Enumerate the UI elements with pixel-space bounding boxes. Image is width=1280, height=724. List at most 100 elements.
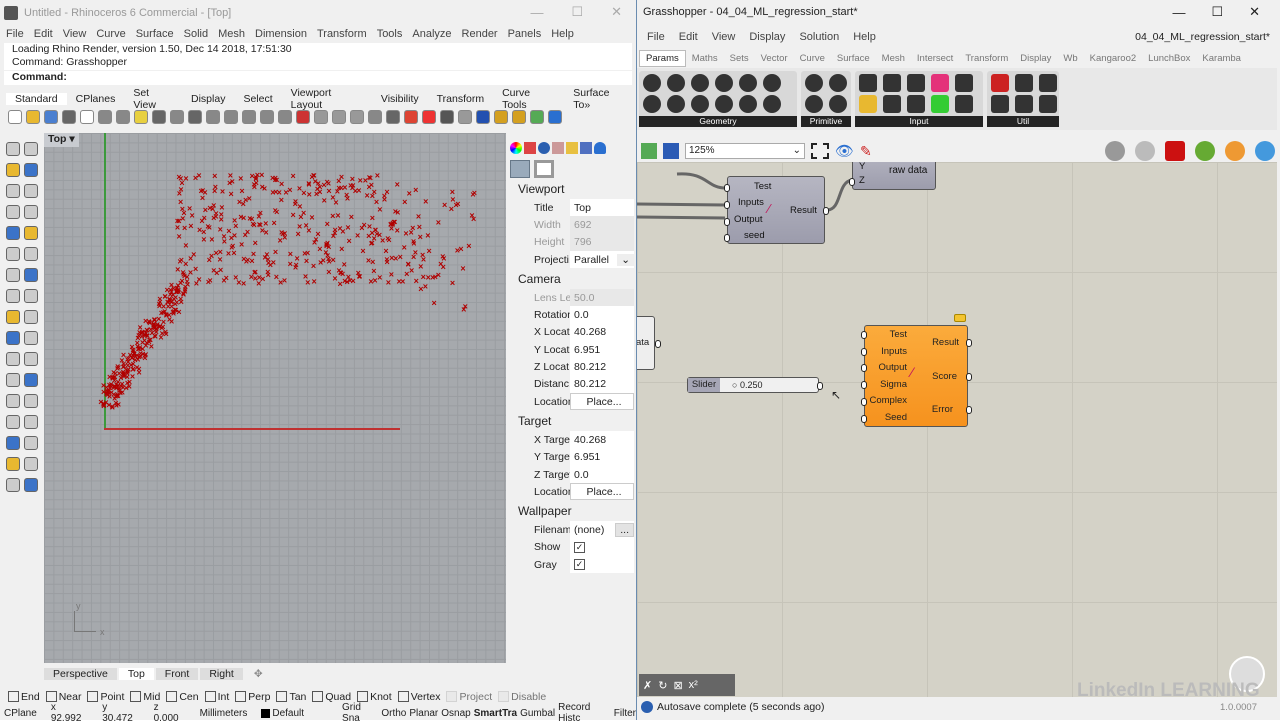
- component-icon[interactable]: [805, 74, 823, 92]
- component-icon[interactable]: [715, 95, 733, 113]
- component-icon[interactable]: [805, 95, 823, 113]
- component-icon[interactable]: [691, 74, 709, 92]
- checkbox[interactable]: [276, 691, 288, 702]
- tool-icon[interactable]: [24, 352, 38, 366]
- toolbar-button-icon[interactable]: [206, 110, 220, 124]
- layer[interactable]: Default: [261, 708, 304, 719]
- status-toggle[interactable]: Gumbal: [520, 708, 555, 719]
- checkbox[interactable]: [498, 691, 510, 702]
- toolbar-button-icon[interactable]: [404, 110, 418, 124]
- property-value[interactable]: 0.0: [570, 306, 634, 324]
- property-value[interactable]: 6.951: [570, 341, 634, 359]
- viewport-tab-top[interactable]: Top: [118, 668, 154, 680]
- tool-icon[interactable]: [6, 247, 20, 261]
- property-value[interactable]: 0.0: [570, 465, 634, 484]
- environment-icon[interactable]: [538, 142, 550, 154]
- minimize-button[interactable]: —: [1172, 5, 1185, 20]
- connection-pin[interactable]: [724, 234, 730, 242]
- number-slider[interactable]: Slider ○ 0.250: [687, 377, 819, 393]
- gh-tab-transform[interactable]: Transform: [959, 51, 1014, 66]
- toolbar-button-icon[interactable]: [224, 110, 238, 124]
- menu-transform[interactable]: Transform: [317, 28, 367, 40]
- toolbar-tab[interactable]: Transform: [428, 93, 493, 105]
- component-icon[interactable]: [931, 95, 949, 113]
- checkbox[interactable]: [357, 691, 369, 702]
- tool-icon[interactable]: [6, 268, 20, 282]
- toolbar-button-icon[interactable]: [242, 110, 256, 124]
- menu-solid[interactable]: Solid: [184, 28, 208, 40]
- group-label[interactable]: Geometry: [639, 116, 797, 127]
- connection-pin[interactable]: [861, 414, 867, 423]
- viewport-tab-right[interactable]: Right: [200, 668, 243, 680]
- toolbar-tab[interactable]: Curve Tools: [493, 87, 564, 111]
- connection-pin[interactable]: [861, 381, 867, 390]
- toolbar-tab[interactable]: Visibility: [372, 93, 428, 105]
- toolbar-button-icon[interactable]: [386, 110, 400, 124]
- notification-icon[interactable]: [594, 142, 606, 154]
- toolbar-tab[interactable]: Standard: [6, 93, 67, 105]
- toolbar-button-icon[interactable]: [170, 110, 184, 124]
- toolbar-button-icon[interactable]: [368, 110, 382, 124]
- status-toggle[interactable]: Osnap: [441, 708, 470, 719]
- top-viewport[interactable]: Top ▾ × × × × × × × × × × × × × × × × × × × × × × × × × × × × × × × × × ×…: [44, 133, 506, 663]
- gh-canvas[interactable]: Test Inputs Output seed Result ⁄ Y Z raw…: [637, 162, 1277, 697]
- osnap-perp[interactable]: Perp: [235, 691, 270, 703]
- osnap-vertex[interactable]: Vertex: [397, 691, 440, 703]
- component-icon[interactable]: [829, 95, 847, 113]
- menu-view[interactable]: View: [63, 28, 87, 40]
- toolbar-button-icon[interactable]: [260, 110, 274, 124]
- checkbox[interactable]: [235, 691, 247, 702]
- checkbox[interactable]: [87, 691, 99, 702]
- menu-render[interactable]: Render: [462, 28, 498, 40]
- toolbar-button-icon[interactable]: [494, 110, 508, 124]
- tool-icon[interactable]: [24, 436, 38, 450]
- status-toggle[interactable]: Planar: [409, 708, 438, 719]
- toolbar-button-icon[interactable]: [512, 110, 526, 124]
- component-icon[interactable]: [763, 95, 781, 113]
- property-value[interactable]: Parallel ⌄: [570, 250, 634, 269]
- tool-icon[interactable]: [24, 184, 38, 198]
- connection-pin[interactable]: [861, 347, 867, 356]
- viewport-tab-front[interactable]: Front: [155, 668, 199, 680]
- gh-tab-sets[interactable]: Sets: [724, 51, 755, 66]
- gh-menu-edit[interactable]: Edit: [679, 31, 698, 43]
- menu-panels[interactable]: Panels: [508, 28, 542, 40]
- tool-icon[interactable]: [24, 289, 38, 303]
- toolbar-button-icon[interactable]: [440, 110, 454, 124]
- connection-pin[interactable]: [724, 184, 730, 192]
- group-label[interactable]: Util: [987, 116, 1059, 127]
- tool-icon[interactable]: [6, 352, 20, 366]
- display-mode-icon[interactable]: [1255, 141, 1275, 161]
- component-icon[interactable]: [829, 74, 847, 92]
- status-toggle[interactable]: Ortho: [381, 708, 406, 719]
- component-icon[interactable]: [715, 74, 733, 92]
- expression-icon[interactable]: x²: [689, 679, 698, 691]
- osnap-project[interactable]: Project: [446, 691, 492, 703]
- toolbar-tab[interactable]: Set View: [124, 87, 182, 111]
- component-icon[interactable]: [955, 95, 973, 113]
- component-icon[interactable]: [643, 74, 661, 92]
- viewport-tab-perspective[interactable]: Perspective: [44, 668, 117, 680]
- component-icon[interactable]: [931, 74, 949, 92]
- component-icon[interactable]: [907, 95, 925, 113]
- tool-icon[interactable]: [6, 394, 20, 408]
- toolbar-button-icon[interactable]: [26, 110, 40, 124]
- osnap-mid[interactable]: Mid: [130, 691, 160, 703]
- gh-tab-lunchbox[interactable]: LunchBox: [1142, 51, 1196, 66]
- tool-icon[interactable]: [6, 226, 20, 240]
- component-icon[interactable]: [739, 74, 757, 92]
- toolbar-button-icon[interactable]: [422, 110, 436, 124]
- profiler-icon[interactable]: ✗: [643, 679, 652, 692]
- menu-tools[interactable]: Tools: [377, 28, 403, 40]
- connection-pin[interactable]: [861, 397, 867, 406]
- refresh-icon[interactable]: ↻: [658, 679, 667, 692]
- connection-pin[interactable]: [823, 207, 829, 215]
- status-toggle[interactable]: Filter: [614, 708, 636, 719]
- gh-tab-params[interactable]: Params: [639, 49, 686, 67]
- close-button[interactable]: ✕: [611, 4, 622, 20]
- component-icon[interactable]: [883, 74, 901, 92]
- component-icon[interactable]: [739, 95, 757, 113]
- tool-icon[interactable]: [24, 205, 38, 219]
- component-icon[interactable]: [691, 95, 709, 113]
- tool-icon[interactable]: [6, 373, 20, 387]
